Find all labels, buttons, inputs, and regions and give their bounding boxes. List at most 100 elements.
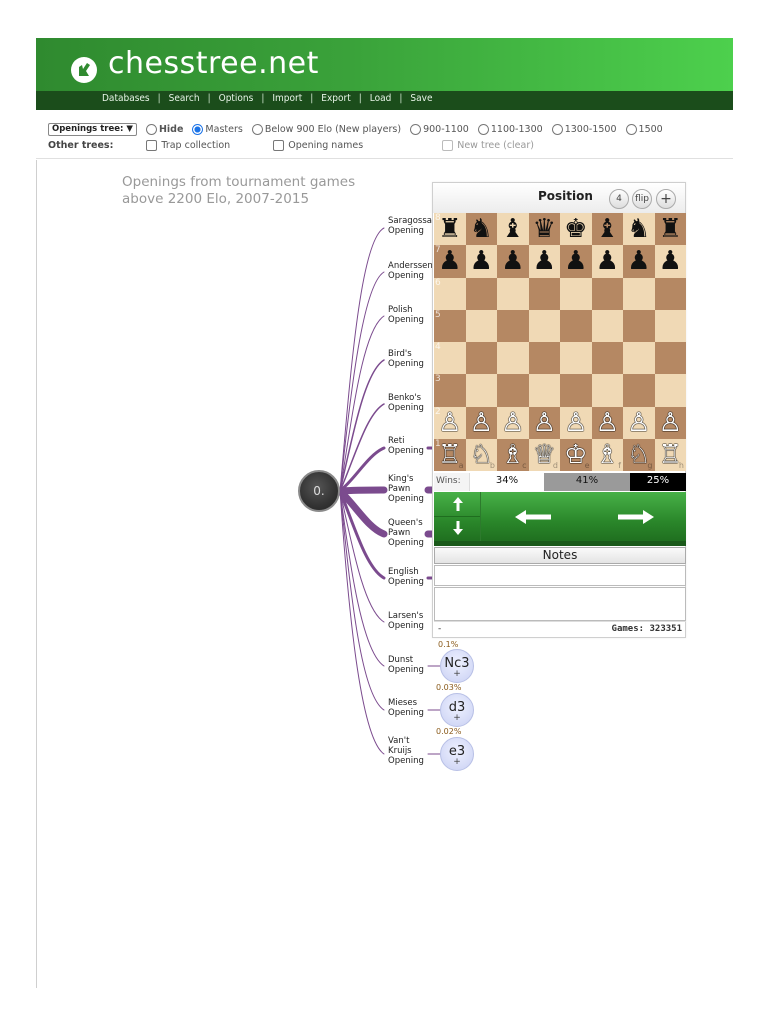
- opening-label-vant-kruijs[interactable]: Van't Kruijs Opening: [388, 736, 424, 766]
- board-square-f5[interactable]: [591, 309, 623, 342]
- board-square-a3[interactable]: 3: [434, 374, 466, 407]
- root-node[interactable]: 0.: [298, 470, 340, 512]
- opening-label-larsens[interactable]: Larsen's Opening: [388, 611, 436, 631]
- board-square-c1[interactable]: c ♗: [497, 438, 529, 471]
- flip-button[interactable]: flip: [632, 189, 652, 209]
- chess-piece[interactable]: ♛: [533, 216, 556, 242]
- board-square-f1[interactable]: f ♗: [591, 438, 623, 471]
- board-square-d7[interactable]: ♟: [528, 245, 560, 278]
- chess-piece[interactable]: ♙: [533, 410, 556, 436]
- board-square-a7[interactable]: 7 ♟: [434, 245, 466, 278]
- notes-textarea-2[interactable]: [434, 587, 686, 621]
- board-square-c6[interactable]: [497, 277, 529, 310]
- chess-piece[interactable]: ♟: [470, 248, 493, 274]
- board-square-g3[interactable]: [623, 374, 655, 407]
- board-square-c8[interactable]: ♝: [497, 213, 529, 246]
- board-square-d4[interactable]: [528, 342, 560, 375]
- board-square-f7[interactable]: ♟: [591, 245, 623, 278]
- board-square-f2[interactable]: ♙: [591, 406, 623, 439]
- expand-plus-icon[interactable]: +: [441, 670, 473, 679]
- board-square-a4[interactable]: 4: [434, 342, 466, 375]
- board-square-g1[interactable]: g ♘: [623, 438, 655, 471]
- chess-piece[interactable]: ♞: [470, 216, 493, 242]
- board-square-h2[interactable]: ♙: [654, 406, 686, 439]
- board-square-d2[interactable]: ♙: [528, 406, 560, 439]
- board-square-h6[interactable]: [654, 277, 686, 310]
- board-square-g6[interactable]: [623, 277, 655, 310]
- chess-piece[interactable]: ♙: [659, 410, 682, 436]
- board-square-e6[interactable]: [560, 277, 592, 310]
- board-square-g4[interactable]: [623, 342, 655, 375]
- board-square-b5[interactable]: [465, 309, 497, 342]
- opening-label-mieses[interactable]: Mieses Opening: [388, 698, 436, 718]
- board-square-g2[interactable]: ♙: [623, 406, 655, 439]
- chess-piece[interactable]: ♟: [533, 248, 556, 274]
- chess-piece[interactable]: ♟: [596, 248, 619, 274]
- board-square-d6[interactable]: [528, 277, 560, 310]
- board-square-a6[interactable]: 6: [434, 277, 466, 310]
- board-square-c4[interactable]: [497, 342, 529, 375]
- opening-label-english[interactable]: English Opening: [388, 567, 436, 587]
- chess-piece[interactable]: ♟: [659, 248, 682, 274]
- opening-label-reti[interactable]: Reti Opening: [388, 436, 436, 456]
- board-square-h5[interactable]: [654, 309, 686, 342]
- chess-piece[interactable]: ♗: [501, 442, 524, 468]
- opening-label-saragossa[interactable]: Saragossa Opening: [388, 216, 436, 236]
- board-square-e4[interactable]: [560, 342, 592, 375]
- board-square-f8[interactable]: ♝: [591, 213, 623, 246]
- chess-piece[interactable]: ♟: [438, 248, 461, 274]
- board-square-b2[interactable]: ♙: [465, 406, 497, 439]
- panel-title-bar[interactable]: Position 4 flip +: [433, 183, 685, 213]
- board-square-d1[interactable]: d ♕: [528, 438, 560, 471]
- board-square-e8[interactable]: ♚: [560, 213, 592, 246]
- board-square-c5[interactable]: [497, 309, 529, 342]
- board-square-c3[interactable]: [497, 374, 529, 407]
- board-square-h8[interactable]: ♜: [654, 213, 686, 246]
- board-square-e3[interactable]: [560, 374, 592, 407]
- opening-label-queens-pawn[interactable]: Queen's Pawn Opening: [388, 518, 426, 548]
- chess-piece[interactable]: ♙: [438, 410, 461, 436]
- board-square-e5[interactable]: [560, 309, 592, 342]
- chess-piece[interactable]: ♙: [627, 410, 650, 436]
- board-square-b7[interactable]: ♟: [465, 245, 497, 278]
- expand-plus-icon[interactable]: +: [441, 714, 473, 723]
- board-square-d3[interactable]: [528, 374, 560, 407]
- move-node-d3[interactable]: d3 +: [440, 693, 474, 727]
- chess-board[interactable]: 8 ♜ ♞ ♝ ♛ ♚ ♝ ♞ ♜ 7 ♟ ♟ ♟ ♟ ♟ ♟ ♟ ♟ 6 5 4 3 2 ♙ ♙ ♙ ♙ ♙ ♙ ♙ ♙ 1 a ♖ b ♘ c ♗ d ♕…: [434, 213, 686, 471]
- board-square-f3[interactable]: [591, 374, 623, 407]
- board-square-h4[interactable]: [654, 342, 686, 375]
- expand-plus-icon[interactable]: +: [441, 758, 473, 767]
- board-square-h1[interactable]: h ♖: [654, 438, 686, 471]
- notes-header[interactable]: Notes: [434, 547, 686, 564]
- opening-label-anderssen[interactable]: Anderssen Opening: [388, 261, 436, 281]
- arrow-up-icon[interactable]: [452, 496, 464, 512]
- arrow-down-icon[interactable]: [452, 520, 464, 536]
- board-square-a5[interactable]: 5: [434, 309, 466, 342]
- chess-piece[interactable]: ♟: [501, 248, 524, 274]
- chess-piece[interactable]: ♜: [438, 216, 461, 242]
- opening-label-polish[interactable]: Polish Opening: [388, 305, 436, 325]
- board-square-e1[interactable]: e ♔: [560, 438, 592, 471]
- board-square-e2[interactable]: ♙: [560, 406, 592, 439]
- move-node-nc3[interactable]: Nc3 +: [440, 649, 474, 683]
- board-square-c7[interactable]: ♟: [497, 245, 529, 278]
- chess-piece[interactable]: ♙: [564, 410, 587, 436]
- chess-piece[interactable]: ♞: [627, 216, 650, 242]
- board-square-h3[interactable]: [654, 374, 686, 407]
- chess-piece[interactable]: ♜: [659, 216, 682, 242]
- opening-label-kings-pawn[interactable]: King's Pawn Opening: [388, 474, 426, 504]
- board-square-a2[interactable]: 2 ♙: [434, 406, 466, 439]
- board-square-g7[interactable]: ♟: [623, 245, 655, 278]
- board-square-f6[interactable]: [591, 277, 623, 310]
- opening-label-birds[interactable]: Bird's Opening: [388, 349, 436, 369]
- board-square-e7[interactable]: ♟: [560, 245, 592, 278]
- chess-piece[interactable]: ♙: [470, 410, 493, 436]
- opening-label-benkos[interactable]: Benko's Opening: [388, 393, 436, 413]
- board-square-b3[interactable]: [465, 374, 497, 407]
- board-square-f4[interactable]: [591, 342, 623, 375]
- board-square-g8[interactable]: ♞: [623, 213, 655, 246]
- opening-label-dunst[interactable]: Dunst Opening: [388, 655, 436, 675]
- board-square-d8[interactable]: ♛: [528, 213, 560, 246]
- board-square-b4[interactable]: [465, 342, 497, 375]
- board-square-h7[interactable]: ♟: [654, 245, 686, 278]
